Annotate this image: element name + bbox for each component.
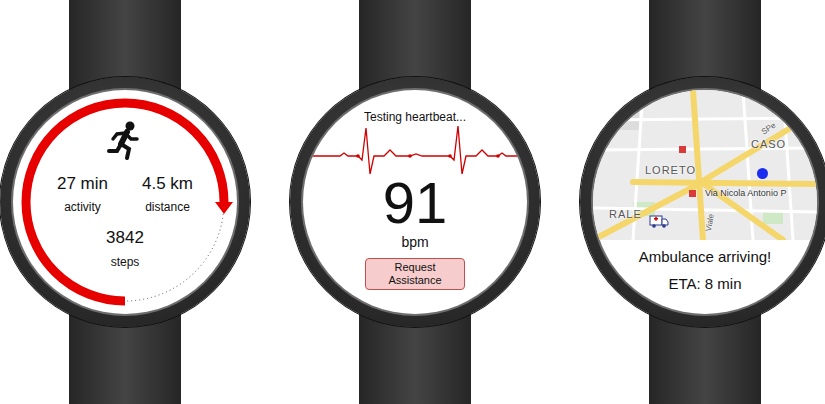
- map-label: Via Nicola Antonio P: [705, 188, 786, 198]
- ambulance-icon: [649, 214, 669, 228]
- steps-label: steps: [111, 255, 140, 269]
- ambulance-message: Ambulance arriving!: [639, 248, 772, 265]
- stat-label: activity: [64, 200, 101, 214]
- watch-bezel: LORETOCASORALEVia Nicola Antonio PVialeS…: [580, 77, 825, 327]
- watch-gallery: 27 min activity 4.5 km distance3842 steps Tes…: [0, 0, 825, 404]
- watch-face: LORETOCASORALEVia Nicola Antonio PVialeS…: [593, 90, 817, 314]
- steps-stat: 3842 steps: [106, 228, 144, 268]
- watch-bezel: Testing heartbeat... 91 bpm Request Assista…: [290, 77, 540, 327]
- stat: 4.5 km distance: [142, 174, 193, 214]
- map-label: RALE: [609, 208, 642, 220]
- watch-face: 27 min activity 4.5 km distance3842 steps: [13, 90, 237, 314]
- request-assistance-button[interactable]: Request Assistance: [365, 258, 465, 290]
- runner-icon: [105, 120, 145, 160]
- watch-face: Testing heartbeat... 91 bpm Request Assista…: [303, 90, 527, 314]
- heartbeat-status: Testing heartbeat...: [364, 110, 466, 124]
- eta-text: ETA: 8 min: [668, 275, 741, 292]
- bpm-value: 91: [383, 174, 448, 232]
- activity-ring: [13, 90, 237, 314]
- stat-label: distance: [145, 200, 190, 214]
- stats-row: 27 min activity 4.5 km distance: [57, 174, 193, 214]
- map-label: LORETO: [645, 164, 696, 176]
- heartbeat-watch: Testing heartbeat... 91 bpm Request Assista…: [290, 0, 540, 404]
- stat-value: 4.5 km: [142, 174, 193, 194]
- activity-watch: 27 min activity 4.5 km distance3842 steps: [0, 0, 250, 404]
- bpm-unit: bpm: [401, 234, 428, 250]
- watch-bezel: 27 min activity 4.5 km distance3842 steps: [0, 77, 250, 327]
- ecg-chart: [310, 126, 520, 176]
- stat-value: 27 min: [57, 174, 108, 194]
- location-dot-icon: [757, 168, 768, 179]
- stat: 27 min activity: [57, 174, 108, 214]
- map[interactable]: LORETOCASORALEVia Nicola Antonio PVialeS…: [593, 90, 817, 240]
- map-watch: LORETOCASORALEVia Nicola Antonio PVialeS…: [580, 0, 825, 404]
- map-label: CASO: [751, 138, 786, 150]
- steps-value: 3842: [106, 228, 144, 248]
- activity-summary: 27 min activity 4.5 km distance3842 steps: [13, 90, 237, 314]
